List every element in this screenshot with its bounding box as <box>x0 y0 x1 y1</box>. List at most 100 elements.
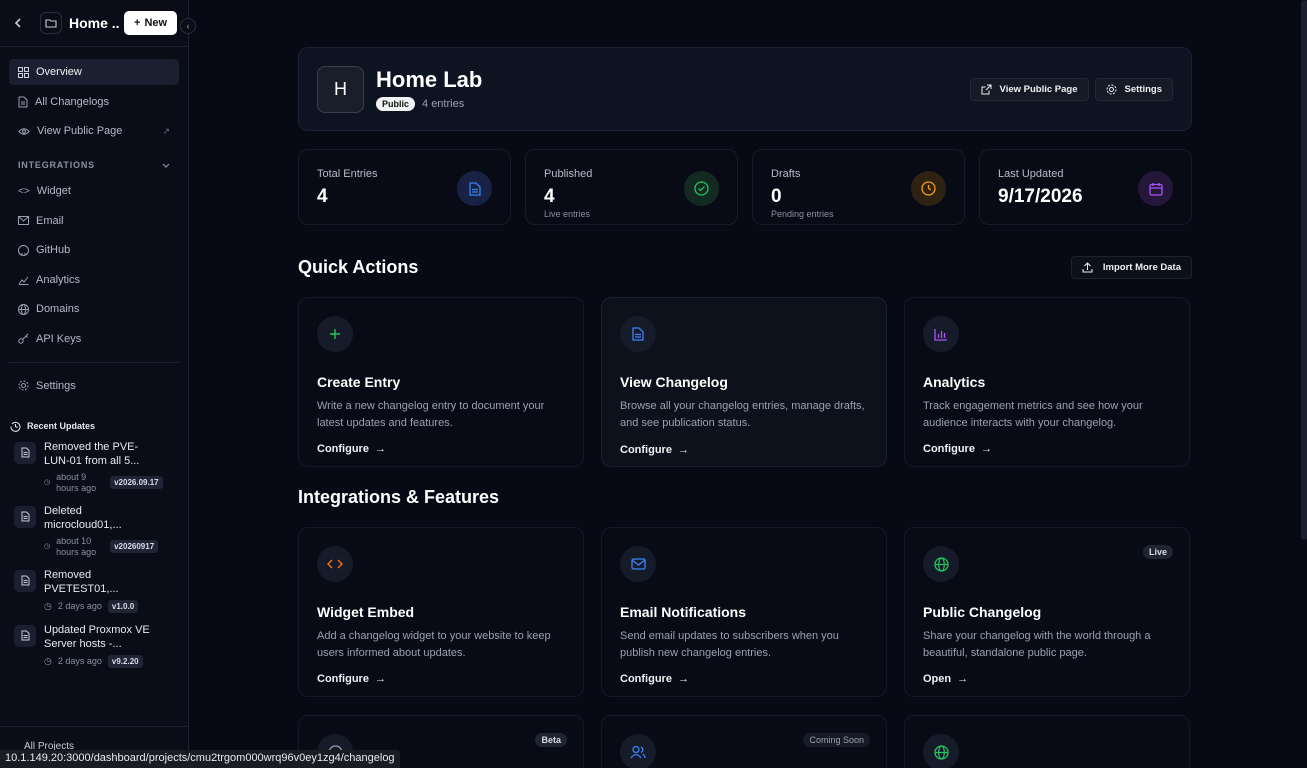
integrations-section: Integrations & Features Widget Embed Add… <box>298 487 1192 768</box>
folder-icon <box>40 12 62 34</box>
card-widget-embed[interactable]: Widget Embed Add a changelog widget to y… <box>298 527 584 697</box>
recent-update-meta: ◷ about 10 hours ago v20260917 <box>44 536 159 558</box>
settings-button[interactable]: Settings <box>1094 78 1173 101</box>
document-icon <box>14 569 36 592</box>
stat-subtext: Live entries <box>544 209 591 219</box>
sidebar-divider <box>9 361 179 363</box>
recent-update-item[interactable]: Updated Proxmox VE Server hosts -... ◷ 2… <box>14 623 178 668</box>
nav-item-github[interactable]: GitHub <box>9 237 179 263</box>
integrations-label: INTEGRATIONS <box>18 160 95 170</box>
new-button-label: New <box>144 17 168 29</box>
card-configure-link[interactable]: Configure → <box>317 443 565 455</box>
version-badge: v2026.09.17 <box>110 476 163 489</box>
recent-update-title: Deleted microcloud01,... <box>44 504 122 532</box>
upload-icon <box>1082 262 1093 273</box>
card-link-label: Configure <box>620 444 672 456</box>
version-badge: v20260917 <box>110 540 159 553</box>
public-badge: Public <box>376 97 416 111</box>
arrow-right-icon: → <box>677 444 689 456</box>
recent-update-time: about 9 hours ago <box>56 471 97 493</box>
card-domains[interactable] <box>904 715 1190 768</box>
page-title: Home Lab <box>376 67 483 92</box>
recent-update-item[interactable]: Removed PVETEST01,... ◷ 2 days ago v1.0.… <box>14 568 178 613</box>
gear-icon <box>18 380 29 391</box>
nav-item-all-changelogs[interactable]: All Changelogs <box>9 89 179 115</box>
project-avatar: H <box>317 65 364 113</box>
card-title: Create Entry <box>317 374 401 390</box>
gear-icon <box>1106 84 1117 95</box>
recent-update-title: Updated Proxmox VE Server hosts -... <box>44 623 150 651</box>
recent-updates-title: Recent Updates <box>27 421 96 431</box>
recent-update-meta: ◷ about 9 hours ago v2026.09.17 <box>44 472 163 494</box>
nav-item-email[interactable]: Email <box>9 208 179 234</box>
integrations-section-toggle[interactable]: INTEGRATIONS <box>0 156 188 174</box>
hero-subtitle: Public 4 entries <box>376 97 482 111</box>
card-configure-link[interactable]: Configure → <box>923 443 1171 455</box>
back-arrow-icon[interactable] <box>14 15 34 31</box>
clock-icon: ◷ <box>44 655 52 666</box>
integrations-nav: <> Widget Email GitHub Analytics Domains… <box>0 174 188 352</box>
document-icon <box>18 96 28 107</box>
clock-icon: ◷ <box>44 543 51 550</box>
nav-item-overview[interactable]: Overview <box>9 59 179 85</box>
mail-icon <box>18 216 29 225</box>
new-button[interactable]: + New <box>124 11 178 35</box>
main-content: H Home Lab Public 4 entries View Public … <box>298 47 1192 768</box>
clock-icon: ◷ <box>44 479 51 486</box>
recent-update-item[interactable]: Deleted microcloud01,... ◷ about 10 hour… <box>14 504 178 558</box>
hero-text: Home Lab Public 4 entries <box>376 67 482 111</box>
nav-item-domains[interactable]: Domains <box>9 296 179 322</box>
sidebar-header: Home ... + New ‹ <box>0 0 196 47</box>
recent-updates-list: Removed the PVE-LUN-01 from all 5... ◷ a… <box>0 432 188 668</box>
live-badge: Live <box>1142 545 1173 559</box>
view-public-page-button[interactable]: View Public Page <box>969 78 1089 101</box>
card-create-entry[interactable]: Create Entry Write a new changelog entry… <box>298 297 584 467</box>
card-configure-link[interactable]: Configure → <box>317 673 565 685</box>
collapse-sidebar-button[interactable]: ‹ <box>180 18 196 34</box>
nav-item-settings[interactable]: Settings <box>9 373 179 399</box>
document-icon <box>14 624 36 647</box>
stat-drafts: Drafts 0 Pending entries <box>752 149 965 225</box>
nav-label: Settings <box>36 379 76 392</box>
arrow-right-icon: → <box>677 673 689 685</box>
sidebar: Home ... + New ‹ Overview All Changelogs… <box>0 0 196 768</box>
project-hero: H Home Lab Public 4 entries View Public … <box>298 47 1192 131</box>
nav-item-api-keys[interactable]: API Keys <box>9 326 179 352</box>
nav-item-analytics[interactable]: Analytics <box>9 267 179 293</box>
card-link-label: Open <box>923 673 952 685</box>
card-title: Email Notifications <box>620 604 747 620</box>
settings-nav: Settings <box>0 373 188 399</box>
project-title: Home ... <box>69 15 119 31</box>
stat-published: Published 4 Live entries <box>525 149 738 225</box>
card-public-changelog[interactable]: Live Public Changelog Share your changel… <box>904 527 1190 697</box>
globe-icon <box>923 546 959 582</box>
code-icon <box>317 546 353 582</box>
chevron-down-icon <box>162 163 170 168</box>
quick-actions-cards: Create Entry Write a new changelog entry… <box>298 297 1192 467</box>
arrow-right-icon: → <box>980 443 992 455</box>
import-more-data-button[interactable]: Import More Data <box>1070 256 1192 279</box>
card-team[interactable]: Coming Soon <box>601 715 887 768</box>
card-title: View Changelog <box>620 374 728 390</box>
card-open-link[interactable]: Open → <box>923 673 1171 685</box>
nav-item-widget[interactable]: <> Widget <box>9 178 179 204</box>
integrations-cards-row-2: Beta Coming Soon <box>298 715 1192 768</box>
recent-update-title: Removed PVETEST01,... <box>44 568 119 596</box>
recent-update-item[interactable]: Removed the PVE-LUN-01 from all 5... ◷ a… <box>14 440 178 494</box>
coming-soon-badge: Coming Soon <box>803 733 870 747</box>
card-description: Send email updates to subscribers when y… <box>620 630 839 659</box>
card-analytics[interactable]: Analytics Track engagement metrics and s… <box>904 297 1190 467</box>
card-email-notifications[interactable]: Email Notifications Send email updates t… <box>601 527 887 697</box>
arrow-right-icon: → <box>374 673 386 685</box>
card-link-label: Configure <box>317 443 369 455</box>
clock-icon: ◷ <box>44 600 52 611</box>
recent-update-body: Updated Proxmox VE Server hosts -... ◷ 2… <box>44 623 159 668</box>
card-title: Widget Embed <box>317 604 415 620</box>
page-scrollbar[interactable] <box>1301 0 1307 540</box>
card-configure-link[interactable]: Configure → <box>620 444 868 456</box>
card-configure-link[interactable]: Configure → <box>620 673 868 685</box>
section-title: Quick Actions <box>298 257 419 277</box>
card-link-label: Configure <box>620 673 672 685</box>
card-view-changelog[interactable]: View Changelog Browse all your changelog… <box>601 297 887 467</box>
nav-item-view-public-page[interactable]: View Public Page ↗ <box>9 118 179 144</box>
